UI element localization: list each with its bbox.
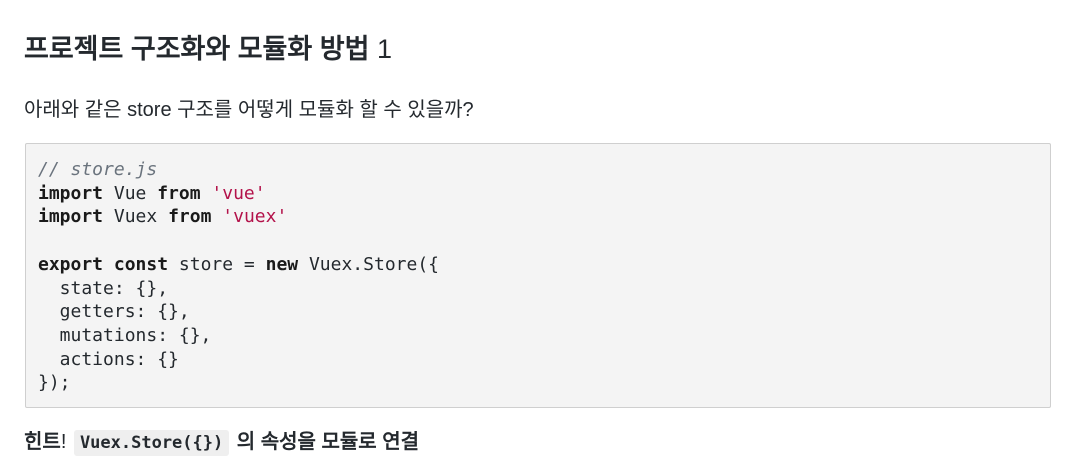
code-content: // store.js import Vue from 'vue' import… <box>38 158 439 395</box>
code-keyword: import <box>38 206 104 228</box>
slide-page: 프로젝트 구조화와 모듈화 방법 1 아래와 같은 store 구조를 어떻게 … <box>0 0 1081 476</box>
code-line: }); <box>38 372 71 394</box>
code-keyword: new <box>265 253 299 275</box>
code-string: 'vue' <box>211 182 266 204</box>
hint-label: 힌트 <box>24 431 61 453</box>
code-line: getters: {}, <box>38 301 190 323</box>
code-keyword: from <box>168 206 212 228</box>
question-text: 아래와 같은 store 구조를 어떻게 모듈화 할 수 있을까? <box>24 99 474 121</box>
hint-bang: ! <box>60 431 67 453</box>
code-keyword: const <box>113 253 169 275</box>
code-keyword: import <box>38 182 104 204</box>
code-text: store = <box>168 253 266 275</box>
code-identifier: Vue <box>103 182 158 204</box>
code-line: actions: {} <box>38 348 179 370</box>
code-block: // store.js import Vue from 'vue' import… <box>25 143 1051 408</box>
code-keyword: export <box>38 253 104 275</box>
code-string: 'vuex' <box>222 206 288 228</box>
hint-rest: 의 속성을 모듈로 연결 <box>236 431 420 453</box>
code-line: state: {}, <box>38 277 169 299</box>
code-text: Vuex.Store({ <box>298 253 440 275</box>
code-line: mutations: {}, <box>38 324 212 346</box>
page-title: 프로젝트 구조화와 모듈화 방법 1 <box>24 30 392 68</box>
title-number: 1 <box>376 34 392 64</box>
hint-inline-code: Vuex.Store({}) <box>73 430 230 456</box>
code-comment: // store.js <box>38 159 158 180</box>
code-identifier: Vuex <box>103 206 169 228</box>
hint-text: 힌트! Vuex.Store({}) 의 속성을 모듈로 연결 <box>24 426 419 459</box>
title-text: 프로젝트 구조화와 모듈화 방법 <box>24 34 370 64</box>
code-keyword: from <box>157 182 201 204</box>
